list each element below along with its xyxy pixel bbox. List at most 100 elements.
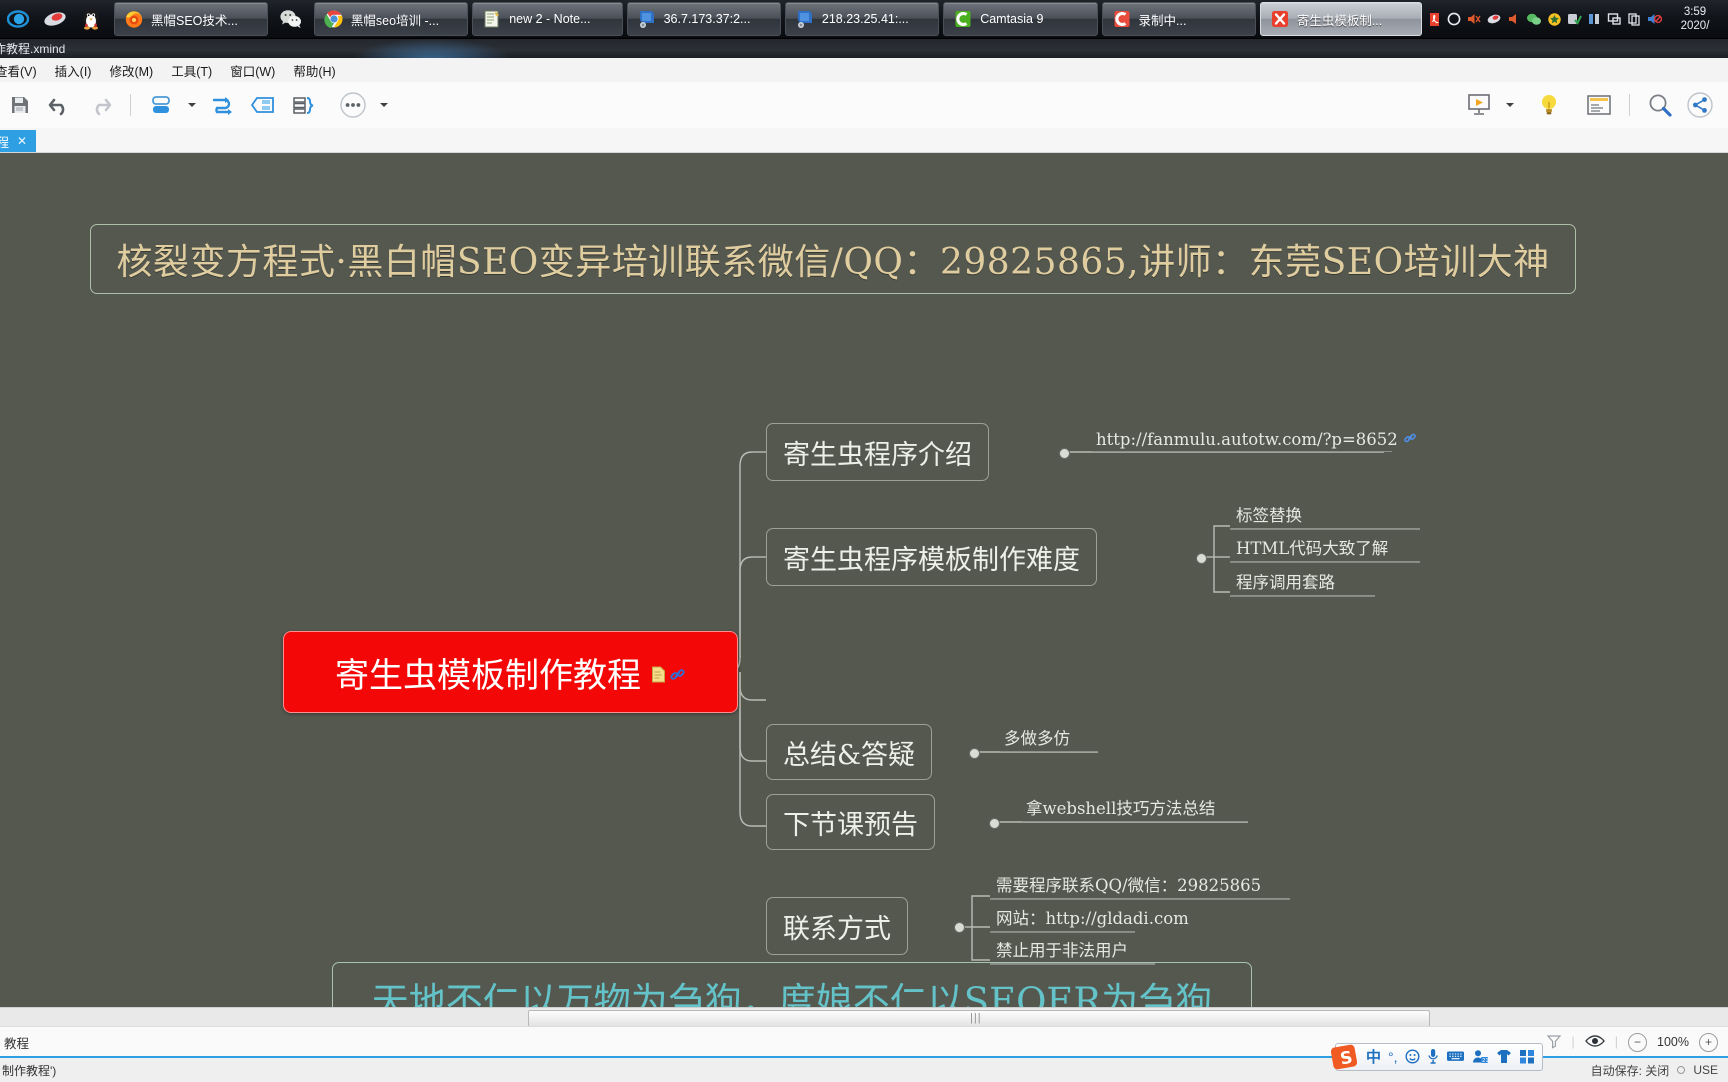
taskbar-button-label: 黑帽SEO技术... (151, 10, 238, 29)
firefox-icon (123, 8, 145, 30)
toolbar-separator (130, 94, 131, 116)
hyperlink-icon[interactable] (1403, 430, 1417, 449)
antivirus-check-icon[interactable] (1564, 8, 1584, 30)
brainstorm-bulb-icon[interactable] (1529, 85, 1569, 125)
branch-4-child-1[interactable]: 拿webshell技巧方法总结 (1022, 794, 1248, 822)
filter-icon[interactable] (1546, 1033, 1562, 1052)
taskbar-button-notepadpp[interactable]: new 2 - Note... (472, 2, 622, 36)
ie-icon[interactable] (2, 2, 36, 36)
close-icon[interactable]: ✕ (17, 134, 27, 148)
note-icon[interactable] (651, 652, 666, 692)
smiley-icon[interactable] (1405, 1049, 1420, 1066)
branch-topic-3[interactable]: 总结&答疑 (766, 724, 932, 780)
redo-icon[interactable] (80, 85, 120, 125)
sogou-icon[interactable]: S (1328, 1042, 1362, 1072)
bottom-bar-right: 自动保存: 关闭 USE (1591, 1062, 1728, 1079)
zoom-in-button[interactable]: + (1699, 1033, 1718, 1052)
ime-punctuation-toggle[interactable]: °, (1388, 1050, 1398, 1064)
menu-modify[interactable]: 修改(M) (100, 59, 162, 82)
presentation-icon[interactable] (1459, 85, 1499, 125)
branch-3-child-1[interactable]: 多做多仿 (1000, 724, 1098, 752)
bottom-bar-path: 制作教程') (0, 1062, 56, 1079)
zoom-out-button[interactable]: − (1628, 1033, 1647, 1052)
branch-2-child-2[interactable]: HTML代码大致了解 (1232, 534, 1420, 562)
user-icon[interactable]: 21 (1472, 1049, 1489, 1066)
topic-style-icon[interactable] (141, 85, 181, 125)
autosave-status[interactable]: 自动保存: 关闭 (1591, 1062, 1670, 1079)
circle-icon[interactable] (1444, 8, 1464, 30)
eye-icon[interactable] (1585, 1034, 1605, 1051)
keyboard-icon[interactable] (1446, 1049, 1465, 1065)
menu-view[interactable]: 查看(V) (0, 59, 46, 82)
ime-toolbar[interactable]: S 中 °, 21 (1335, 1043, 1543, 1071)
qq-penguin-icon[interactable] (74, 2, 108, 36)
branch-2-child-3[interactable]: 程序调用套路 (1232, 568, 1375, 596)
menu-insert[interactable]: 插入(I) (46, 59, 101, 82)
wechat-tray-icon[interactable] (1524, 8, 1544, 30)
outline-icon[interactable] (1579, 85, 1619, 125)
copy-icon[interactable] (1624, 8, 1644, 30)
taskbar-button-recorder[interactable]: 录制中... (1102, 2, 1256, 36)
menu-window[interactable]: 窗口(W) (221, 59, 284, 82)
taskbar-button-camtasia[interactable]: Camtasia 9 (943, 2, 1097, 36)
ime-mode-label[interactable]: 中 (1366, 1050, 1381, 1065)
sheet-tab-active[interactable]: 教程 ✕ (0, 130, 36, 152)
undo-icon[interactable] (40, 85, 80, 125)
branch-5-child-3[interactable]: 禁止用于非法用户 (992, 936, 1155, 964)
save-icon[interactable] (0, 85, 40, 125)
more-icon[interactable] (333, 85, 373, 125)
branch-bullet-2[interactable] (1196, 553, 1207, 564)
presentation-caret-icon[interactable] (1499, 85, 1521, 125)
branch-topic-5[interactable]: 联系方式 (766, 897, 908, 955)
hyperlink-icon[interactable] (669, 652, 686, 692)
sheet-tab-strip: 教程 ✕ (0, 128, 1728, 153)
branch-1-child-1[interactable]: http://fanmulu.autotw.com/?p=8652 (1092, 424, 1392, 452)
topic-style-caret-icon[interactable] (181, 85, 203, 125)
security-shield-icon[interactable] (1544, 8, 1564, 30)
media-player-icon[interactable] (38, 2, 72, 36)
mouse-icon[interactable] (1484, 8, 1504, 30)
branch-bullet-3[interactable] (969, 748, 980, 759)
menu-help[interactable]: 帮助(H) (284, 59, 344, 82)
taskbar-button-label: 36.7.173.37:2... (664, 12, 751, 26)
titlebar-glow (352, 38, 512, 58)
skin-icon[interactable] (1496, 1049, 1512, 1066)
branch-topic-4[interactable]: 下节课预告 (766, 794, 935, 850)
taskbar-button-rdp-2[interactable]: 218.23.25.41:... (785, 2, 939, 36)
share-icon[interactable] (1680, 85, 1720, 125)
taskbar-button-chrome[interactable]: 黑帽seo培训 -... (314, 2, 468, 36)
apps-icon[interactable] (1519, 1049, 1535, 1066)
branch-2-child-1[interactable]: 标签替换 (1232, 501, 1420, 529)
branch-topic-2[interactable]: 寄生虫程序模板制作难度 (766, 528, 1097, 586)
taskbar-button-xmind[interactable]: 寄生虫模板制... (1260, 2, 1422, 36)
zoom-search-icon[interactable] (1640, 85, 1680, 125)
mic-icon[interactable] (1427, 1048, 1439, 1066)
horizontal-scrollbar[interactable]: ||| (0, 1007, 1728, 1027)
acrobat-icon[interactable] (1424, 8, 1444, 30)
branch-bullet-1[interactable] (1059, 448, 1070, 459)
top-banner-node[interactable]: 核裂变方程式·黑白帽SEO变异培训联系微信/QQ：29825865,讲师：东莞S… (90, 224, 1576, 294)
branch-5-child-2[interactable]: 网站：http://gldadi.com (992, 904, 1135, 932)
branch-5-child-1[interactable]: 需要程序联系QQ/微信：29825865 (992, 871, 1290, 899)
root-topic[interactable]: 寄生虫模板制作教程 (283, 631, 738, 713)
summary-icon[interactable] (283, 85, 323, 125)
branch-topic-1[interactable]: 寄生虫程序介绍 (766, 423, 989, 481)
volume-icon[interactable] (1504, 8, 1524, 30)
mindmap-canvas[interactable]: 核裂变方程式·黑白帽SEO变异培训联系微信/QQ：29825865,讲师：东莞S… (0, 152, 1728, 1026)
branch-bullet-4[interactable] (989, 818, 1000, 829)
more-caret-icon[interactable] (373, 85, 395, 125)
wechat-icon[interactable] (274, 2, 308, 36)
network-icon[interactable] (1584, 8, 1604, 30)
branch-bullet-5[interactable] (954, 922, 965, 933)
relationship-icon[interactable] (203, 85, 243, 125)
boundary-icon[interactable] (243, 85, 283, 125)
zoom-control: − 100% + (1628, 1033, 1718, 1052)
taskbar-clock[interactable]: 3:59 2020/ (1664, 5, 1724, 34)
taskbar-button-firefox[interactable]: 黑帽SEO技术... (114, 2, 268, 36)
taskbar-button-rdp-1[interactable]: 36.7.173.37:2... (627, 2, 781, 36)
speaker-mute-icon[interactable] (1464, 8, 1484, 30)
sound-off-icon[interactable] (1644, 8, 1664, 30)
menu-tools[interactable]: 工具(T) (162, 59, 221, 82)
taskbar-button-label: 录制中... (1139, 10, 1187, 29)
screen-icon[interactable] (1604, 8, 1624, 30)
